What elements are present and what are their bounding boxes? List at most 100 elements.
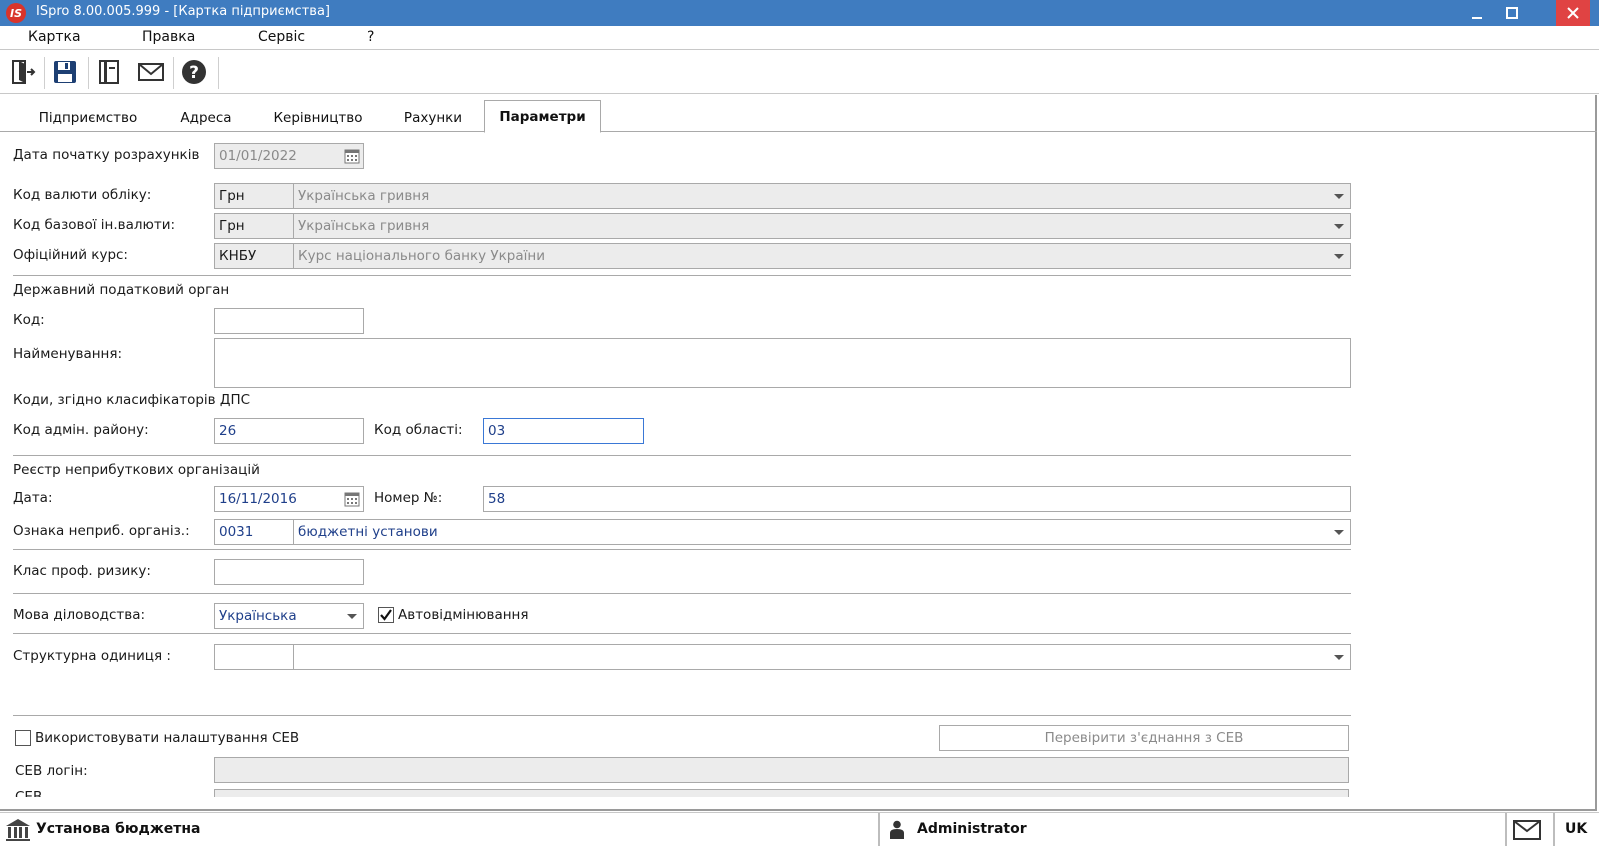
currency-name-value: Українська гривня: [298, 188, 430, 204]
minimize-icon[interactable]: [1462, 0, 1492, 26]
tab-management[interactable]: Керівництво: [262, 104, 374, 132]
district-input[interactable]: 26: [214, 418, 364, 444]
tax-name-label: Найменування:: [13, 346, 123, 362]
chevron-down-icon: [1334, 655, 1344, 660]
np-date-field[interactable]: 16/11/2016: [214, 486, 364, 512]
divider: [13, 715, 1351, 716]
tax-code-label: Код:: [13, 312, 45, 328]
toolbar-separator: [88, 57, 89, 89]
start-date-field: 01/01/2022: [214, 143, 364, 169]
language-label: Мова діловодства:: [13, 607, 146, 623]
menu-item-service[interactable]: Сервіс: [258, 29, 305, 45]
checkmark-icon: [380, 609, 392, 621]
struct-unit-label: Структурна одиниця :: [13, 648, 171, 664]
sev-login-label: СЕВ логін:: [15, 763, 88, 779]
save-icon[interactable]: [46, 55, 84, 89]
mail-icon[interactable]: [132, 55, 170, 89]
maximize-icon[interactable]: [1497, 0, 1527, 26]
language-indicator[interactable]: UK: [1565, 821, 1587, 837]
divider: [13, 455, 1351, 456]
menu-item-edit[interactable]: Правка: [142, 29, 195, 45]
region-input[interactable]: 03: [483, 418, 644, 444]
toolbar-separator: [44, 57, 45, 89]
sev-use-checkbox[interactable]: [15, 730, 31, 746]
base-currency-code-field: Грн: [214, 213, 294, 239]
toolbar-separator: [173, 57, 174, 89]
toolbar-separator: [218, 57, 219, 89]
divider: [13, 549, 1351, 550]
tab-parameters[interactable]: Параметри: [484, 100, 601, 133]
tab-enterprise[interactable]: Підприємство: [28, 104, 148, 132]
official-rate-name-value: Курс національного банку України: [298, 248, 546, 264]
start-date-value: 01/01/2022: [219, 148, 297, 164]
np-date-label: Дата:: [13, 490, 53, 506]
official-rate-code-field: КНБУ: [214, 243, 294, 269]
language-value: Українська: [219, 608, 297, 624]
district-label: Код адмін. району:: [13, 422, 149, 438]
auto-decline-checkbox[interactable]: [378, 607, 394, 623]
user-name: Administrator: [917, 821, 1027, 837]
organization-name: Установа бюджетна: [36, 821, 201, 837]
exit-icon[interactable]: [4, 55, 42, 89]
tab-address[interactable]: Адреса: [168, 104, 244, 132]
svg-text:?: ?: [189, 63, 199, 83]
base-currency-name-value: Українська гривня: [298, 218, 430, 234]
official-rate-name-select: Курс національного банку України: [293, 243, 1351, 269]
divider: [13, 633, 1351, 634]
np-number-input[interactable]: 58: [483, 486, 1351, 512]
document-icon[interactable]: [90, 55, 128, 89]
np-sign-name-select[interactable]: бюджетні установи: [293, 519, 1351, 545]
np-date-value: 16/11/2016: [219, 491, 297, 507]
mail-icon[interactable]: [1513, 820, 1541, 840]
base-currency-label: Код базової ін.валюти:: [13, 217, 176, 233]
menu-item-help[interactable]: ?: [367, 29, 374, 45]
np-sign-name-value: бюджетні установи: [298, 524, 438, 540]
menu-bar: Картка Правка Сервіс ?: [0, 26, 1599, 50]
struct-unit-code-input[interactable]: [214, 644, 294, 670]
currency-label: Код валюти обліку:: [13, 187, 152, 203]
risk-class-input[interactable]: [214, 559, 364, 585]
clipped-row: СЕВ: [0, 789, 1360, 797]
divider: [13, 275, 1351, 276]
tax-code-input[interactable]: [214, 308, 364, 334]
help-icon[interactable]: ?: [175, 55, 213, 89]
tax-name-textarea[interactable]: [214, 338, 1351, 388]
status-separator: [1553, 813, 1555, 846]
sev-use-label[interactable]: Використовувати налаштування СЕВ: [35, 730, 299, 746]
divider: [13, 593, 1351, 594]
calendar-icon: [344, 149, 360, 164]
sev-password-input: [214, 789, 1349, 797]
chevron-down-icon: [1334, 530, 1344, 535]
close-icon[interactable]: [1556, 0, 1590, 26]
toolbar: ?: [0, 51, 1599, 94]
official-rate-label: Офіційний курс:: [13, 247, 128, 263]
struct-unit-select[interactable]: [293, 644, 1351, 670]
tab-accounts[interactable]: Рахунки: [392, 104, 474, 132]
language-select[interactable]: Українська: [214, 603, 364, 629]
status-separator: [878, 813, 880, 846]
user-icon: [890, 820, 904, 839]
svg-text:IS: IS: [10, 7, 22, 20]
np-number-label: Номер №:: [374, 490, 443, 506]
building-icon: [6, 819, 30, 841]
calendar-icon[interactable]: [344, 491, 360, 507]
sev-partial-label: СЕВ: [15, 789, 43, 797]
sev-check-button[interactable]: Перевірити з'єднання з СЕВ: [939, 725, 1349, 751]
dps-codes-header: Коди, згідно класифікаторів ДПС: [13, 392, 251, 408]
tax-authority-header: Державний податковий орган: [13, 282, 230, 298]
chevron-down-icon: [1334, 224, 1344, 229]
currency-code-field: Грн: [214, 183, 294, 209]
menu-item-card[interactable]: Картка: [28, 29, 81, 45]
status-separator: [1505, 813, 1507, 846]
window-title: ISpro 8.00.005.999 - [Картка підприємств…: [36, 4, 330, 19]
currency-name-select: Українська гривня: [293, 183, 1351, 209]
status-bar: Установа бюджетна Administrator UK: [0, 812, 1599, 846]
risk-class-label: Клас проф. ризику:: [13, 563, 151, 579]
tab-bar: Підприємство Адреса Керівництво Рахунки …: [0, 100, 1597, 133]
auto-decline-label[interactable]: Автовідмінювання: [398, 607, 529, 623]
sev-login-input: [214, 757, 1349, 783]
region-label: Код області:: [374, 422, 463, 438]
nonprofit-header: Реєстр неприбуткових організацій: [13, 462, 260, 478]
np-sign-code-input[interactable]: 0031: [214, 519, 294, 545]
title-bar: IS ISpro 8.00.005.999 - [Картка підприєм…: [0, 0, 1599, 26]
